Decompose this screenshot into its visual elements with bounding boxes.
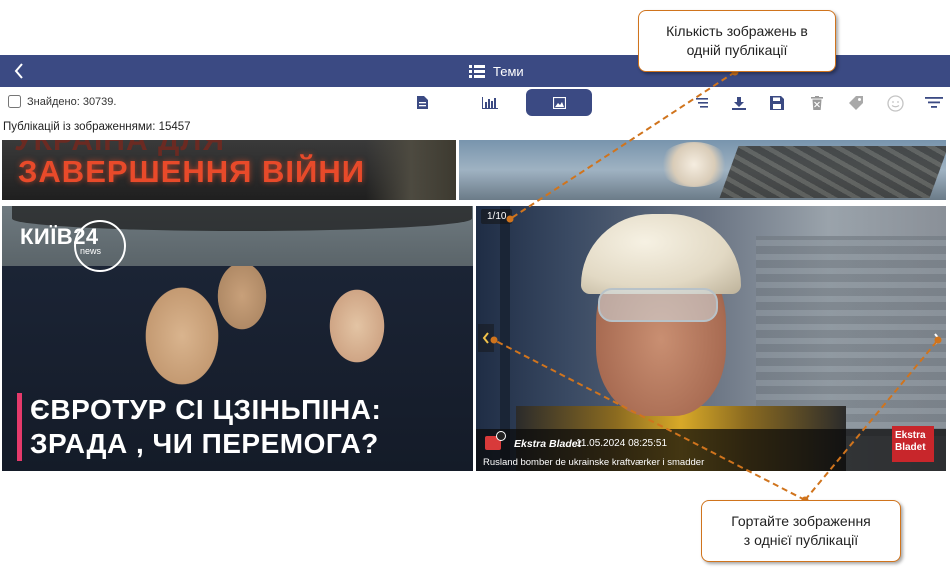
callout-top-line1: Кількість зображень в	[666, 23, 808, 39]
headline-accent-bar	[17, 393, 22, 461]
tag-icon	[849, 96, 863, 110]
callout-bottom-line1: Гортайте зображення	[731, 513, 871, 529]
kyiv24-logo: КИЇВ24 news	[20, 220, 126, 272]
delete-button[interactable]	[807, 93, 827, 113]
source-status-icon	[496, 431, 506, 441]
sentiment-button[interactable]	[885, 93, 905, 113]
publication-title: Rusland bomber de ukrainske kraftværker …	[483, 457, 705, 468]
document-icon	[416, 96, 428, 109]
delete-icon	[811, 96, 823, 110]
image-view-button[interactable]	[526, 89, 592, 116]
callout-bottom-line2: з однієї публікації	[743, 532, 859, 548]
tile-photo-helmet	[581, 214, 741, 294]
save-icon	[770, 96, 784, 110]
chevron-left-icon	[482, 332, 489, 344]
chart-view-button[interactable]	[468, 89, 512, 116]
tile-headline: ЗАВЕРШЕННЯ ВІЙНИ	[18, 154, 365, 189]
image-icon	[552, 96, 566, 109]
image-tile-war-end[interactable]: УКРАЇНА ДЛЯ ЗАВЕРШЕННЯ ВІЙНИ	[2, 140, 456, 200]
select-all[interactable]: Знайдено: 30739.	[8, 95, 116, 108]
image-counter: 1/10	[481, 209, 513, 224]
document-view-button[interactable]	[400, 89, 444, 116]
header-title: Теми	[493, 63, 524, 79]
chevron-right-icon	[934, 333, 941, 345]
bar-chart-icon	[482, 96, 498, 109]
filter-button[interactable]	[924, 93, 944, 113]
carousel-next-button[interactable]	[929, 326, 945, 352]
sort-button[interactable]	[690, 93, 710, 113]
chevron-left-icon	[14, 63, 23, 79]
callout-scroll-images: Гортайте зображення з однієї публікації	[701, 500, 901, 562]
carousel-prev-button[interactable]	[478, 324, 494, 352]
tile-photo-goggles	[598, 288, 718, 322]
image-tile-launcher[interactable]	[459, 140, 946, 200]
download-button[interactable]	[729, 93, 749, 113]
publication-caption[interactable]: Ekstra Bladet 11.05.2024 08:25:51 Ruslan…	[476, 429, 946, 471]
tile-photo-launcher	[719, 146, 946, 198]
image-tile-eurotour[interactable]: КИЇВ24 news ЄВРОТУР СІ ЦЗІНЬПІНА: ЗРАДА …	[2, 206, 473, 471]
ekstra-bladet-watermark: Ekstra Bladet	[892, 426, 934, 462]
back-button[interactable]	[10, 59, 28, 83]
watermark-line2: Bladet	[895, 442, 926, 453]
tag-button[interactable]	[846, 93, 866, 113]
list-icon	[469, 65, 485, 78]
callout-top-line2: одній публікації	[686, 42, 788, 58]
header-title-group[interactable]: Теми	[469, 55, 524, 87]
sort-icon	[696, 98, 708, 108]
tile-photo-figure	[366, 140, 456, 200]
screenshot-root: Теми Знайдено: 30739. Публікацій із зобр…	[0, 0, 950, 576]
tile-headline-line1: ЄВРОТУР СІ ЦЗІНЬПІНА:	[30, 394, 382, 425]
found-count: Знайдено: 30739.	[27, 95, 117, 108]
download-icon	[732, 96, 746, 110]
watermark-line1: Ekstra	[895, 430, 926, 441]
filter-icon	[925, 97, 943, 108]
toolbar: Знайдено: 30739.	[0, 88, 950, 118]
select-all-checkbox[interactable]	[8, 95, 21, 108]
save-button[interactable]	[767, 93, 787, 113]
sentiment-icon	[886, 94, 904, 112]
source-name: Ekstra Bladet	[514, 438, 582, 450]
publication-date: 11.05.2024 08:25:51	[576, 438, 668, 449]
publications-with-images-count: Публікацій із зображеннями: 15457	[3, 121, 191, 133]
logo-ring	[74, 220, 126, 272]
callout-image-count: Кількість зображень в одній публікації	[638, 10, 836, 72]
tile-photo-smoke	[659, 142, 729, 187]
tile-headline-line2: ЗРАДА , ЧИ ПЕРЕМОГА?	[30, 428, 379, 459]
